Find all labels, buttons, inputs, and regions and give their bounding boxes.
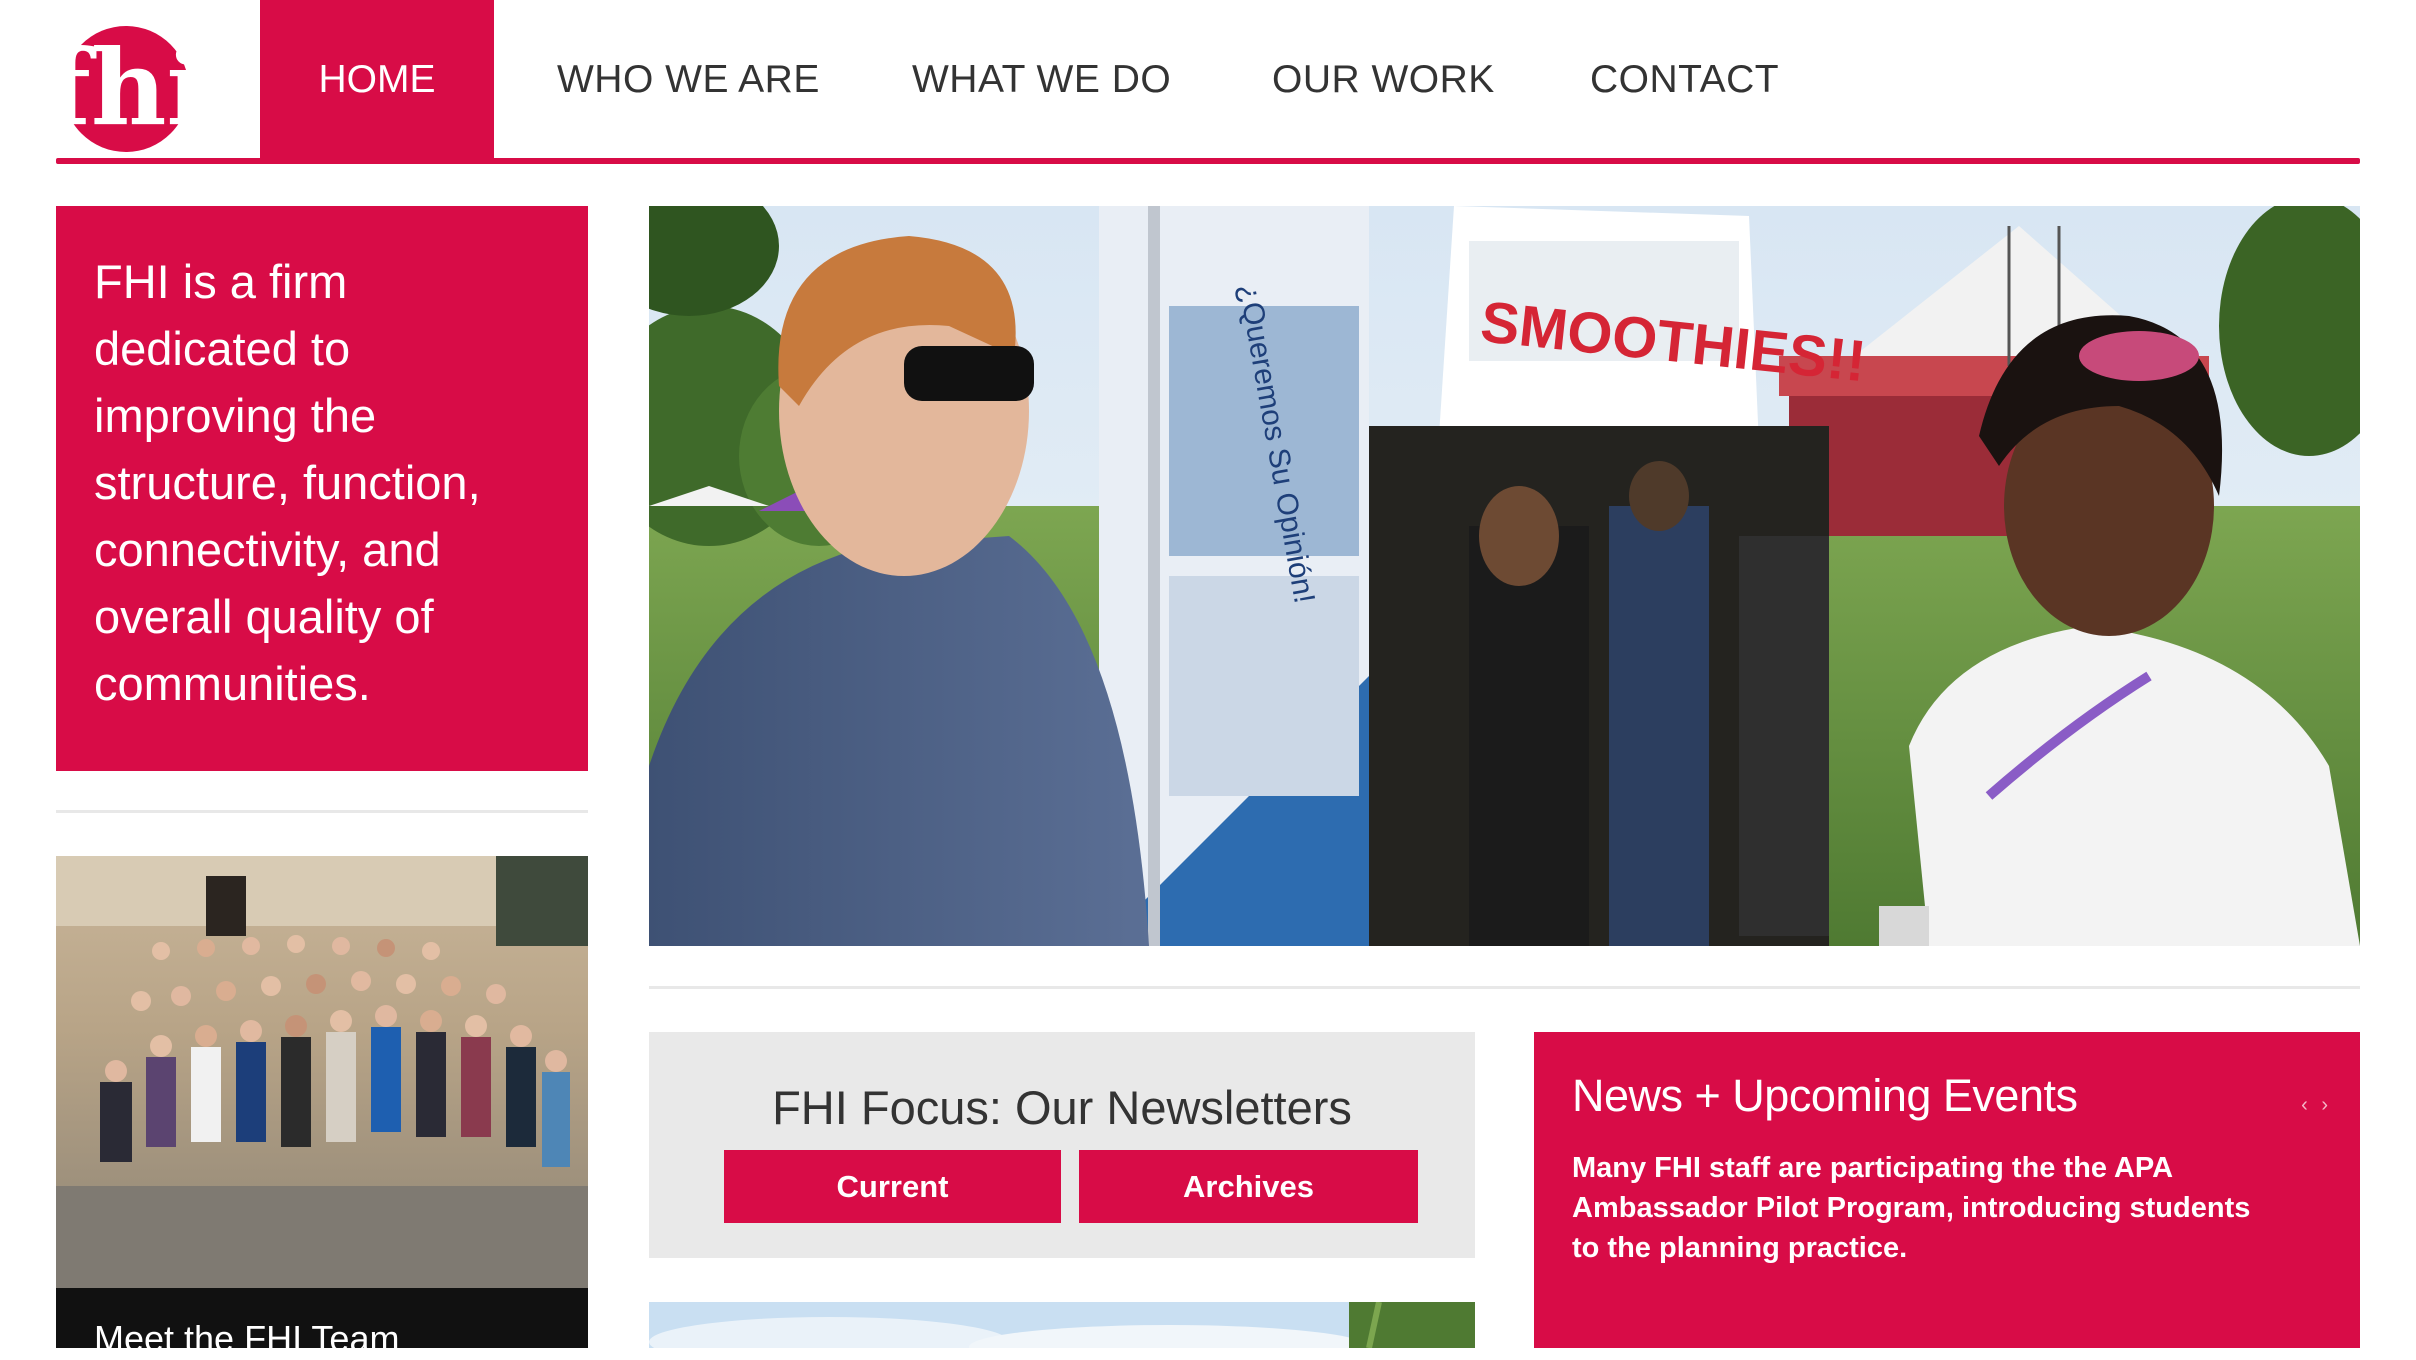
team-caption-text[interactable]: Meet the FHI Team bbox=[94, 1318, 399, 1360]
nav-our-work[interactable]: OUR WORK bbox=[1272, 52, 1495, 108]
nav-contact[interactable]: CONTACT bbox=[1590, 52, 1779, 108]
secondary-photo bbox=[649, 1302, 1475, 1348]
tagline-panel: FHI is a firm dedicated to improving the… bbox=[56, 206, 588, 771]
news-title: News + Upcoming Events bbox=[1572, 1070, 2078, 1121]
news-panel: News + Upcoming Events ‹ › Many FHI staf… bbox=[1534, 1032, 2360, 1348]
newsletter-panel: FHI Focus: Our Newsletters Current Archi… bbox=[649, 1032, 1475, 1258]
hero-photo: ¿Queremos Su Opinión! SMOOTHIES!! bbox=[649, 206, 2360, 946]
nav-who-we-are[interactable]: WHO WE ARE bbox=[557, 52, 820, 108]
nav-what-we-do[interactable]: WHAT WE DO bbox=[912, 52, 1171, 108]
newsletter-current-button[interactable]: Current bbox=[724, 1150, 1061, 1223]
nav-home[interactable]: HOME bbox=[260, 0, 494, 160]
news-carousel-arrows-icon[interactable]: ‹ › bbox=[2301, 1094, 2332, 1117]
team-caption-bar[interactable]: Meet the FHI Team bbox=[56, 1288, 588, 1359]
tagline-text: FHI is a firm dedicated to improving the… bbox=[94, 255, 481, 710]
news-item-text[interactable]: Many FHI staff are participating the the… bbox=[1572, 1148, 2260, 1268]
header-divider bbox=[56, 158, 2360, 164]
svg-text:fhi: fhi bbox=[56, 26, 196, 149]
main-divider bbox=[649, 986, 2360, 989]
newsletter-title: FHI Focus: Our Newsletters bbox=[772, 1081, 1352, 1134]
left-divider bbox=[56, 810, 588, 813]
team-photo[interactable] bbox=[56, 856, 588, 1288]
newsletter-archives-button[interactable]: Archives bbox=[1079, 1150, 1418, 1223]
fhi-logo[interactable]: fhi bbox=[46, 24, 206, 154]
